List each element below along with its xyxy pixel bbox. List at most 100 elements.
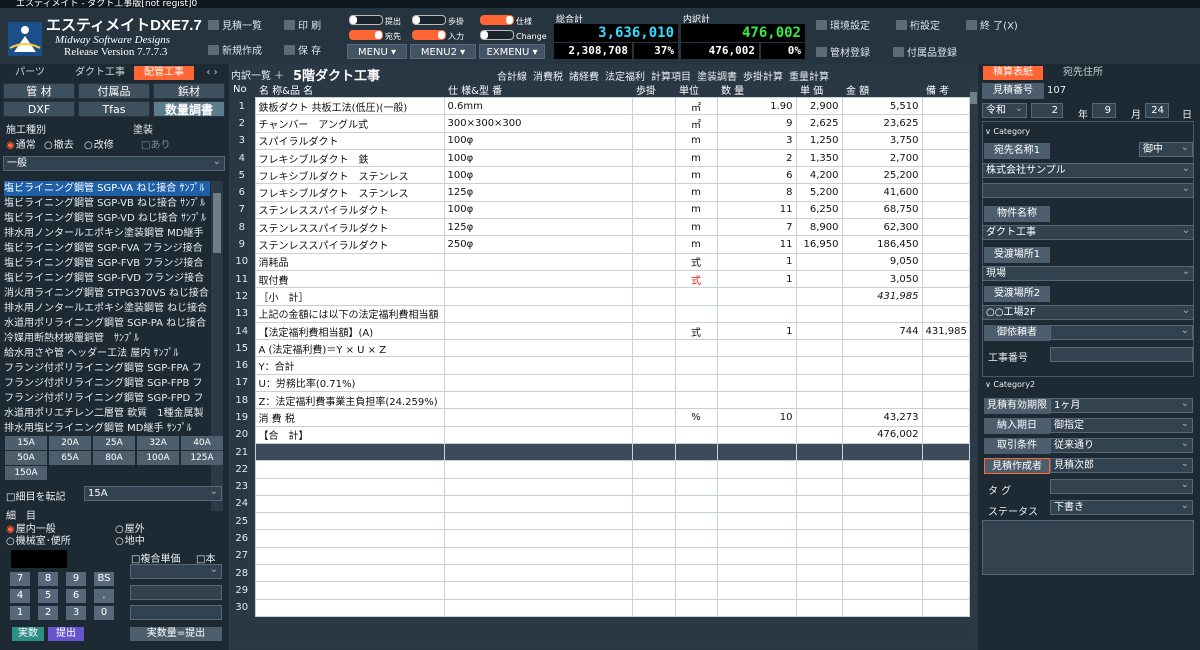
exmenu-button[interactable]: EXMENU ▾ [479, 44, 545, 59]
table-cell[interactable] [795, 252, 843, 271]
table-cell[interactable] [716, 287, 797, 306]
table-cell[interactable]: 式 [674, 321, 718, 341]
table-cell[interactable] [921, 442, 970, 462]
table-cell[interactable]: 式 [674, 269, 718, 289]
table-cell[interactable]: m [674, 148, 718, 168]
table-cell[interactable] [921, 148, 970, 168]
table-row[interactable]: 24 [229, 494, 970, 514]
site2-select[interactable]: ○○工場2F [982, 304, 1194, 320]
part-register-button[interactable]: 付属品登録 [893, 44, 957, 59]
numpad-key[interactable]: 8 [38, 572, 58, 586]
table-cell[interactable]: 476,002 [841, 425, 923, 444]
paint-checkbox[interactable]: □あり [141, 136, 170, 151]
table-cell[interactable] [795, 442, 843, 462]
size-select[interactable]: 15A [84, 485, 222, 501]
table-cell[interactable]: 100φ [443, 166, 633, 185]
table-row[interactable]: 10 消耗品 式 1 9,050 [229, 252, 970, 271]
validity-select[interactable]: 1ヶ月 [1050, 397, 1193, 413]
table-cell[interactable]: 431,985 [921, 321, 970, 341]
print-button[interactable]: 印 刷 [284, 17, 321, 32]
table-cell[interactable] [841, 494, 923, 514]
table-cell[interactable]: 【法定福利費相当額】(A) [254, 321, 445, 341]
table-cell[interactable]: 62,300 [841, 218, 923, 237]
table-cell[interactable] [795, 304, 843, 323]
table-cell[interactable] [631, 391, 676, 410]
table-cell[interactable] [674, 356, 718, 375]
table-cell[interactable] [674, 598, 718, 617]
table-cell[interactable] [921, 235, 970, 254]
table-row[interactable]: 19 消 費 税% 10 43,273 [229, 408, 970, 427]
table-cell[interactable]: 2,700 [841, 148, 923, 168]
table-cell[interactable] [921, 304, 970, 323]
grid-hscrollbar[interactable] [229, 639, 969, 648]
size-button[interactable]: 125A [181, 451, 223, 465]
table-cell[interactable] [631, 408, 676, 427]
table-cell[interactable] [921, 425, 970, 444]
numpad-key[interactable]: BS [94, 572, 114, 586]
table-cell[interactable] [795, 598, 843, 617]
qty-input[interactable] [130, 605, 222, 620]
step-toggle[interactable]: 歩掛 [412, 15, 464, 26]
table-row[interactable]: 20 【合 計】 476,002 [229, 425, 970, 444]
table-cell[interactable] [674, 494, 718, 514]
site1-select[interactable]: 現場 [982, 265, 1194, 281]
table-row[interactable]: 1 鉄板ダクト 共板工法(低圧)(一般) 0.6mm ㎡ 1.90 2,900 5,510 [229, 96, 970, 116]
table-cell[interactable]: A (法定福利費)＝Y × U × Z [254, 339, 445, 358]
table-cell[interactable] [443, 494, 633, 514]
menu-button[interactable]: MENU ▾ [347, 44, 407, 59]
table-cell[interactable]: 3,750 [841, 131, 923, 150]
table-cell[interactable] [631, 442, 676, 462]
table-cell[interactable]: 23,625 [841, 114, 923, 133]
table-cell[interactable]: m [674, 131, 718, 150]
table-cell[interactable] [631, 598, 676, 617]
table-row[interactable]: 21 [229, 442, 970, 462]
table-cell[interactable]: ㎡ [674, 96, 718, 116]
table-cell[interactable]: 1 [716, 252, 797, 271]
table-cell[interactable] [716, 564, 797, 583]
table-cell[interactable] [795, 339, 843, 358]
table-cell[interactable]: ㎡ [674, 114, 718, 133]
table-cell[interactable] [674, 425, 718, 444]
table-cell[interactable]: 68,750 [841, 200, 923, 220]
table-cell[interactable] [631, 252, 676, 271]
table-cell[interactable]: 0.6mm [443, 96, 633, 116]
tab-duct[interactable]: ダクト工事 [70, 66, 130, 80]
radio-renovation[interactable]: 改修 [84, 136, 114, 151]
table-cell[interactable]: 5,200 [795, 183, 843, 202]
table-cell[interactable]: ステンレススパイラルダクト [254, 235, 445, 254]
material-item[interactable]: 塩ビライニング鋼管 SGP-VD ねじ接合 ｻﾝﾌﾟﾙ [4, 211, 210, 226]
table-cell[interactable] [631, 425, 676, 444]
table-row[interactable]: 28 [229, 564, 970, 583]
table-cell[interactable]: 300×300×300 [443, 114, 633, 133]
table-cell[interactable] [631, 183, 676, 202]
table-cell[interactable]: 10 [716, 408, 797, 427]
table-cell[interactable] [674, 442, 718, 462]
table-cell[interactable] [254, 494, 445, 514]
table-cell[interactable] [443, 581, 633, 600]
table-cell[interactable] [921, 269, 970, 289]
size-button[interactable]: 25A [93, 436, 135, 450]
table-cell[interactable] [674, 477, 718, 496]
table-cell[interactable] [716, 304, 797, 323]
table-cell[interactable]: 25,200 [841, 166, 923, 185]
size-button[interactable]: 50A [5, 451, 47, 465]
pipe-button[interactable]: 管 材 [3, 83, 75, 99]
table-cell[interactable] [716, 529, 797, 548]
column-header[interactable]: 単 価 [796, 82, 842, 98]
material-item[interactable]: 排水用ノンタールエポキシ塗装鋼管 ねじ接合 [4, 301, 210, 316]
material-item[interactable]: 給水用さや管 ヘッダー工法 屋内 ｻﾝﾌﾟﾙ [4, 346, 210, 361]
table-cell[interactable]: 9,050 [841, 252, 923, 271]
table-cell[interactable]: 鉄板ダクト 共板工法(低圧)(一般) [254, 96, 445, 116]
table-cell[interactable] [443, 460, 633, 479]
table-cell[interactable]: ステンレススパイラルダクト [254, 200, 445, 220]
size-button[interactable]: 100A [137, 451, 179, 465]
size-button[interactable]: 32A [137, 436, 179, 450]
addressee2-select[interactable] [982, 182, 1194, 198]
table-cell[interactable]: 16,950 [795, 235, 843, 254]
table-cell[interactable] [443, 598, 633, 617]
pipe-register-button[interactable]: 管材登録 [816, 44, 870, 59]
actual-qty-button[interactable]: 実数 [12, 627, 44, 641]
table-cell[interactable]: 744 [841, 321, 923, 341]
day-input[interactable]: 24 [1145, 103, 1169, 118]
table-cell[interactable] [631, 546, 676, 566]
